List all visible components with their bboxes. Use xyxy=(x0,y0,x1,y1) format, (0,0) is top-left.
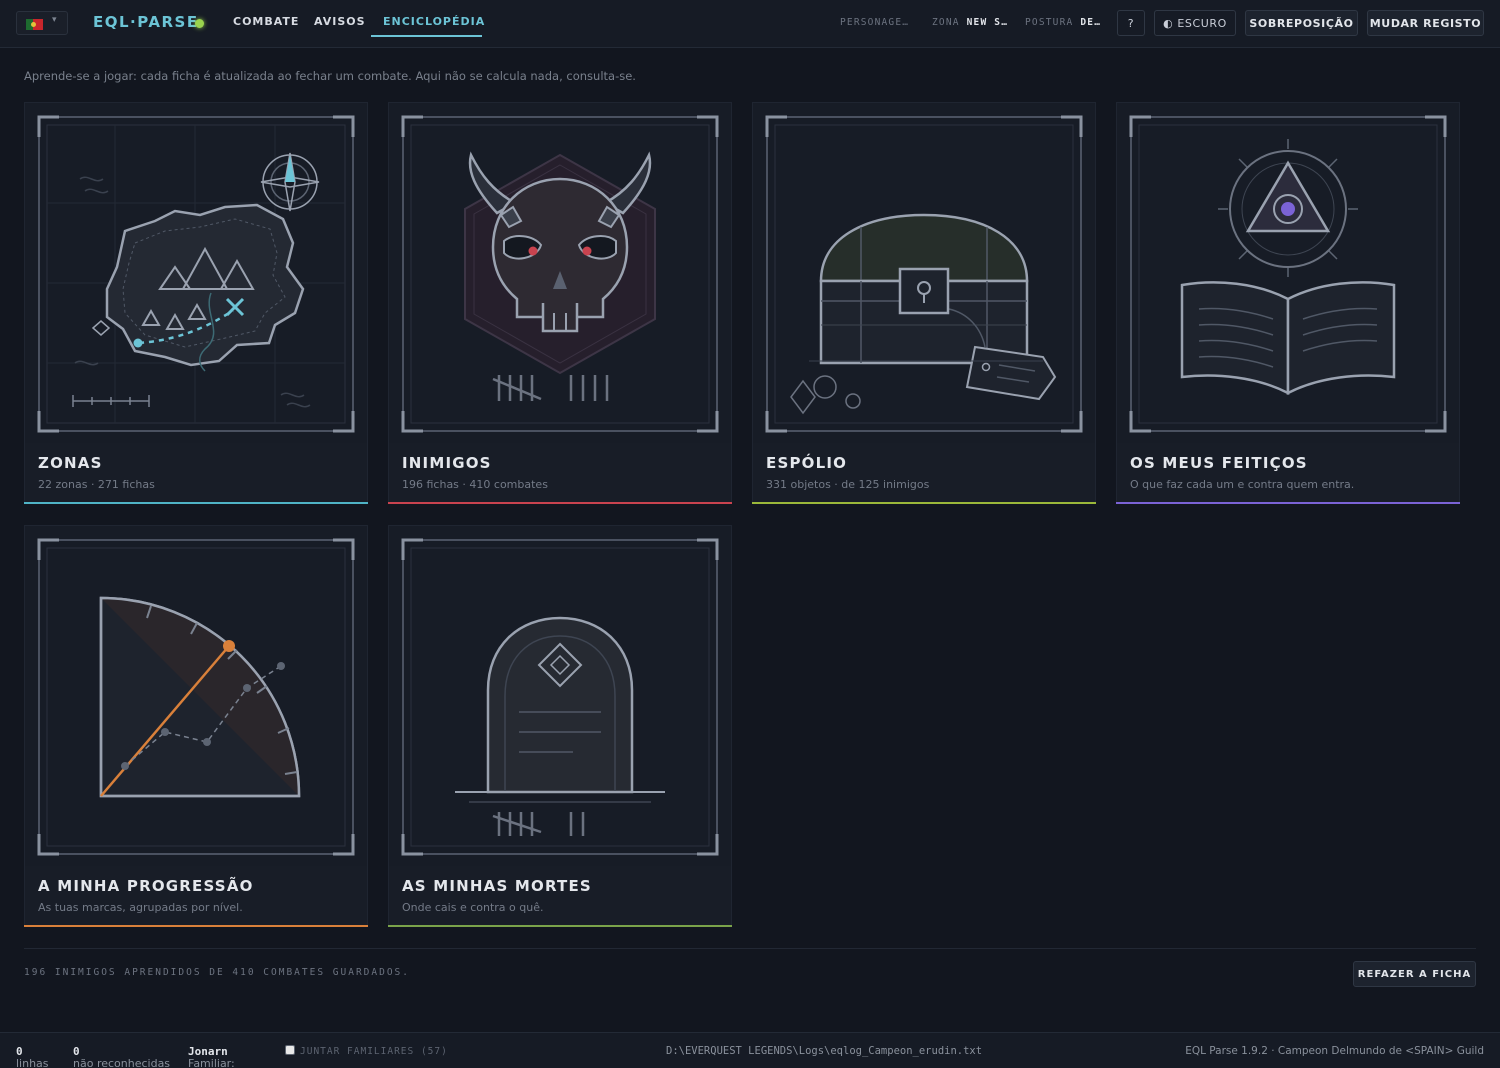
intro-text: Aprende-se a jogar: cada ficha é atualiz… xyxy=(24,69,636,83)
active-tab-indicator xyxy=(371,35,482,37)
card-subtitle: 22 zonas · 271 fichas xyxy=(38,478,155,491)
posture-stat: POSTURA DE… xyxy=(1025,17,1105,28)
language-selector[interactable]: ▾ xyxy=(16,11,68,35)
chevron-down-icon: ▾ xyxy=(52,15,57,25)
zone-label: ZONA xyxy=(932,17,960,28)
lines-label: linhas xyxy=(16,1057,49,1068)
card-art xyxy=(389,526,731,866)
card-title: A MINHA PROGRESSÃO xyxy=(38,877,254,895)
skull-icon xyxy=(401,115,719,433)
card-zonas[interactable]: ZONAS 22 zonas · 271 fichas xyxy=(24,102,368,504)
lines-count: linhas 0 xyxy=(16,1045,49,1068)
progress-gauge-icon xyxy=(37,538,355,856)
tombstone-icon xyxy=(401,538,719,856)
card-title: AS MINHAS MORTES xyxy=(402,877,592,895)
card-as-minhas-mortes[interactable]: AS MINHAS MORTES Onde cais e contra o qu… xyxy=(388,525,732,927)
card-accent-bar xyxy=(388,925,732,927)
card-accent-bar xyxy=(752,502,1096,504)
zone-value: NEW S… xyxy=(966,17,1009,28)
section-divider xyxy=(24,948,1476,949)
unrecognized-count: não reconhecidas 0 xyxy=(73,1045,170,1068)
card-accent-bar xyxy=(24,502,368,504)
version-info: EQL Parse 1.9.2 · Campeon Delmundo de <S… xyxy=(1185,1045,1484,1057)
zone-stat: ZONA NEW S… xyxy=(932,17,1014,28)
character-stat: PERSONAGE… xyxy=(840,17,910,28)
card-art xyxy=(25,103,367,443)
tab-enciclopedia[interactable]: ENCICLOPÉDIA xyxy=(383,15,485,28)
familiar-info: Familiar: Jonarn xyxy=(188,1045,235,1068)
card-title: INIMIGOS xyxy=(402,454,492,472)
spellbook-icon xyxy=(1129,115,1447,433)
card-art xyxy=(753,103,1095,443)
card-title: OS MEUS FEITIÇOS xyxy=(1130,454,1308,472)
change-log-button[interactable]: MUDAR REGISTO xyxy=(1367,10,1484,36)
join-familiars-checkbox[interactable] xyxy=(285,1045,295,1055)
card-subtitle: As tuas marcas, agrupadas por nível. xyxy=(38,901,243,914)
portugal-flag-icon xyxy=(26,19,43,30)
card-subtitle: Onde cais e contra o quê. xyxy=(402,901,544,914)
posture-label: POSTURA xyxy=(1025,17,1074,28)
card-subtitle: 196 fichas · 410 combates xyxy=(402,478,548,491)
card-espolio[interactable]: ESPÓLIO 331 objetos · de 125 inimigos xyxy=(752,102,1096,504)
card-art xyxy=(1117,103,1459,443)
card-os-meus-feiticos[interactable]: OS MEUS FEITIÇOS O que faz cada um e con… xyxy=(1116,102,1460,504)
treasure-chest-icon xyxy=(765,115,1083,433)
overlay-button[interactable]: SOBREPOSIÇÃO xyxy=(1245,10,1358,36)
card-accent-bar xyxy=(1116,502,1460,504)
card-art xyxy=(25,526,367,866)
card-inimigos[interactable]: INIMIGOS 196 fichas · 410 combates xyxy=(388,102,732,504)
card-accent-bar xyxy=(388,502,732,504)
card-accent-bar xyxy=(24,925,368,927)
top-bar: ▾ EQL·PARSE COMBATE AVISOS ENCICLOPÉDIA … xyxy=(0,0,1500,48)
unrecognized-label: não reconhecidas xyxy=(73,1057,171,1068)
card-subtitle: O que faz cada um e contra quem entra. xyxy=(1130,478,1355,491)
tab-combate[interactable]: COMBATE xyxy=(233,15,299,28)
redo-sheet-button[interactable]: REFAZER A FICHA xyxy=(1353,961,1476,987)
card-art xyxy=(389,103,731,443)
status-bar: linhas 0 não reconhecidas 0 Familiar: Jo… xyxy=(0,1032,1500,1068)
familiar-label: Familiar: xyxy=(188,1057,235,1068)
map-icon xyxy=(37,115,355,433)
app-brand: EQL·PARSE xyxy=(93,13,199,31)
tab-avisos[interactable]: AVISOS xyxy=(314,15,366,28)
posture-value: DE… xyxy=(1080,17,1102,28)
card-title: ZONAS xyxy=(38,454,103,472)
card-title: ESPÓLIO xyxy=(766,454,848,472)
status-indicator-icon xyxy=(195,19,204,28)
log-path: D:\EVERQUEST LEGENDS\Logs\eqlog_Campeon_… xyxy=(666,1045,983,1057)
card-a-minha-progressao[interactable]: A MINHA PROGRESSÃO As tuas marcas, agrup… xyxy=(24,525,368,927)
join-familiars-label: JUNTAR FAMILIARES (57) xyxy=(300,1046,448,1057)
help-button[interactable]: ? xyxy=(1117,10,1145,36)
theme-toggle-button[interactable]: ◐ ESCURO xyxy=(1154,10,1236,36)
summary-text: 196 INIMIGOS APRENDIDOS DE 410 COMBATES … xyxy=(24,967,410,978)
card-subtitle: 331 objetos · de 125 inimigos xyxy=(766,478,930,491)
